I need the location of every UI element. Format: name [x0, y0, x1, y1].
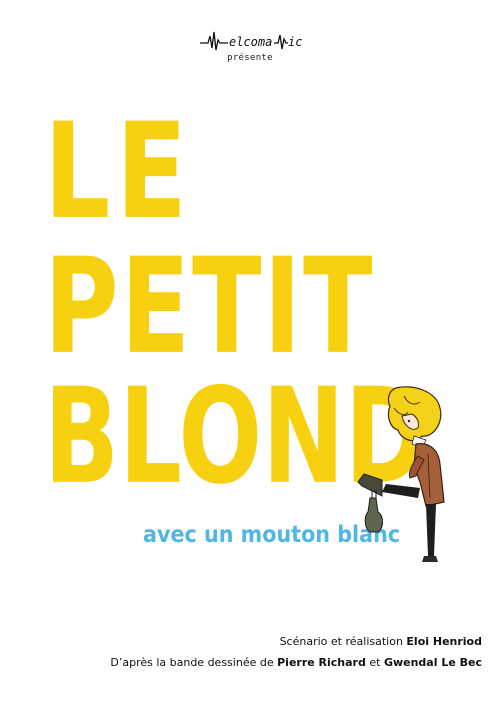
credits-line-direction: Scénario et réalisation Eloi Henriod: [110, 631, 482, 652]
producer-logo: elcoma ic: [0, 30, 500, 52]
title-line-1: LE: [44, 95, 193, 249]
poster: elcoma ic présente LE PETIT BLOND avec u…: [0, 0, 500, 708]
waveform-logo-icon: elcoma ic: [200, 31, 302, 51]
adaptation-label: D’après la bande dessinée de: [110, 656, 274, 669]
presents-label: présente: [227, 53, 273, 63]
blond-boy-illustration-icon: [357, 386, 445, 562]
author-2-name: Gwendal Le Bec: [383, 656, 482, 669]
credits-connector: et: [369, 656, 381, 669]
svg-text:elcoma: elcoma: [229, 35, 272, 49]
title-line-2: PETIT: [44, 230, 375, 384]
credits: Scénario et réalisation Eloi Henriod D’a…: [110, 631, 482, 673]
director-name: Eloi Henriod: [406, 635, 482, 648]
author-1-name: Pierre Richard: [277, 656, 366, 669]
svg-text:ic: ic: [288, 35, 302, 49]
credits-line-adaptation: D’après la bande dessinée de Pierre Rich…: [110, 652, 482, 673]
direction-label: Scénario et réalisation: [279, 635, 403, 648]
